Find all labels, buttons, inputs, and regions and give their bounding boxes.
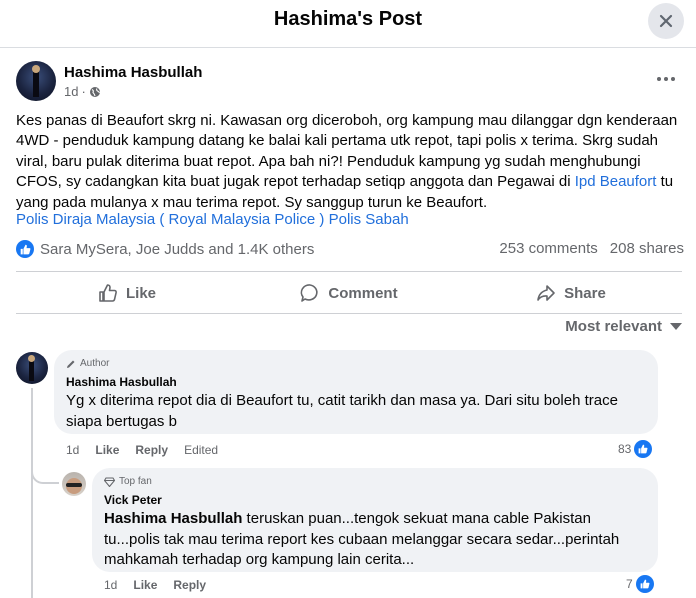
comment-label: Comment — [328, 284, 398, 302]
reply-time[interactable]: 1d — [104, 578, 117, 592]
reply-reaction-count[interactable]: 7 — [626, 575, 654, 593]
sort-comments-button[interactable]: Most relevant — [565, 318, 682, 335]
share-button[interactable]: Share — [460, 275, 682, 311]
tag-polis-sabah[interactable]: Polis Sabah — [329, 211, 409, 228]
share-icon — [537, 285, 555, 301]
sort-label: Most relevant — [565, 318, 662, 335]
divider-bottom — [16, 313, 682, 314]
edited-label: Edited — [184, 443, 219, 457]
thread-connector — [31, 456, 59, 484]
badge-label: Author — [80, 358, 110, 369]
reply-meta: 1d Like Reply — [104, 578, 206, 592]
share-label: Share — [564, 284, 606, 302]
reply-reply-button[interactable]: Reply — [173, 578, 206, 592]
dialog-header: Hashima's Post — [0, 0, 696, 48]
like-label: Like — [125, 284, 156, 302]
caret-down-icon — [670, 323, 682, 330]
post-header: Hashima Hasbullah 1d · — [16, 61, 680, 103]
dialog-title: Hashima's Post — [273, 8, 423, 30]
reactions-summary[interactable]: Sara MySera, Joe Judds and 1.4K others — [16, 240, 314, 258]
pencil-icon — [67, 360, 75, 368]
post-tags: Polis Diraja Malaysia ( Royal Malaysia P… — [16, 211, 409, 228]
close-icon — [659, 14, 673, 28]
reply-like-button[interactable]: Like — [133, 578, 157, 592]
comment-text: Yg x diterima repot dia di Beaufort tu, … — [66, 392, 618, 430]
reactions-row: Sara MySera, Joe Judds and 1.4K others 2… — [16, 240, 684, 262]
more-icon — [657, 77, 661, 81]
like-button[interactable]: Like — [16, 275, 238, 311]
reply-bubble: Top fan Vick Peter Hashima Hasbullah ter… — [92, 468, 658, 572]
top-fan-badge: Top fan — [104, 476, 152, 487]
thumbs-up-icon — [99, 284, 117, 302]
author-avatar[interactable] — [16, 61, 56, 101]
comment-button[interactable]: Comment — [238, 275, 460, 311]
author-name[interactable]: Hashima Hasbullah — [64, 64, 202, 81]
like-reaction-icon — [634, 440, 653, 458]
diamond-icon — [104, 476, 115, 487]
thread-line — [31, 388, 33, 598]
comment-author-name[interactable]: Hashima Hasbullah — [66, 375, 177, 389]
reactions-text: Sara MySera, Joe Judds and 1.4K others — [40, 240, 315, 258]
comment-time[interactable]: 1d — [66, 443, 79, 457]
comment-meta: 1d Like Reply Edited — [66, 443, 218, 457]
post-meta: 1d · — [64, 84, 101, 99]
like-reaction-icon — [635, 575, 654, 593]
shares-count[interactable]: 208 shares — [610, 240, 684, 257]
comment-avatar-author[interactable] — [16, 352, 48, 384]
author-badge: Author — [66, 358, 109, 369]
badge-label: Top fan — [119, 476, 152, 487]
reaction-count-value: 7 — [626, 577, 633, 591]
comments-count[interactable]: 253 comments — [499, 240, 597, 257]
comment-like-button[interactable]: Like — [95, 443, 119, 457]
post-actions: Like Comment Share — [16, 275, 682, 311]
comment-reaction-count[interactable]: 83 — [618, 440, 653, 458]
mention-link[interactable]: Hashima Hasbullah — [104, 510, 242, 527]
post-time[interactable]: 1d — [64, 84, 78, 99]
more-options-button[interactable] — [652, 69, 680, 89]
reply-author-name[interactable]: Vick Peter — [104, 493, 162, 507]
globe-icon — [89, 86, 100, 97]
separator-dot: · — [81, 84, 86, 99]
comment-reply-button[interactable]: Reply — [135, 443, 168, 457]
post-link-ipd-beaufort[interactable]: Ipd Beaufort — [575, 173, 657, 190]
engagement-counts: 253 comments 208 shares — [499, 240, 684, 257]
comment-bubble: Author Hashima Hasbullah Yg x diterima r… — [54, 350, 658, 434]
reaction-count-value: 83 — [618, 442, 632, 456]
post-body: Kes panas di Beaufort skrg ni. Kawasan o… — [16, 111, 682, 213]
tag-polis-diraja[interactable]: Polis Diraja Malaysia ( Royal Malaysia P… — [16, 211, 324, 228]
close-button[interactable] — [648, 3, 684, 39]
like-reaction-icon — [16, 240, 34, 258]
reply-text: Hashima Hasbullah teruskan puan...tengok… — [104, 509, 648, 571]
comment-icon — [301, 284, 319, 302]
comment-avatar-reply[interactable] — [62, 472, 86, 496]
divider-top — [16, 271, 682, 272]
